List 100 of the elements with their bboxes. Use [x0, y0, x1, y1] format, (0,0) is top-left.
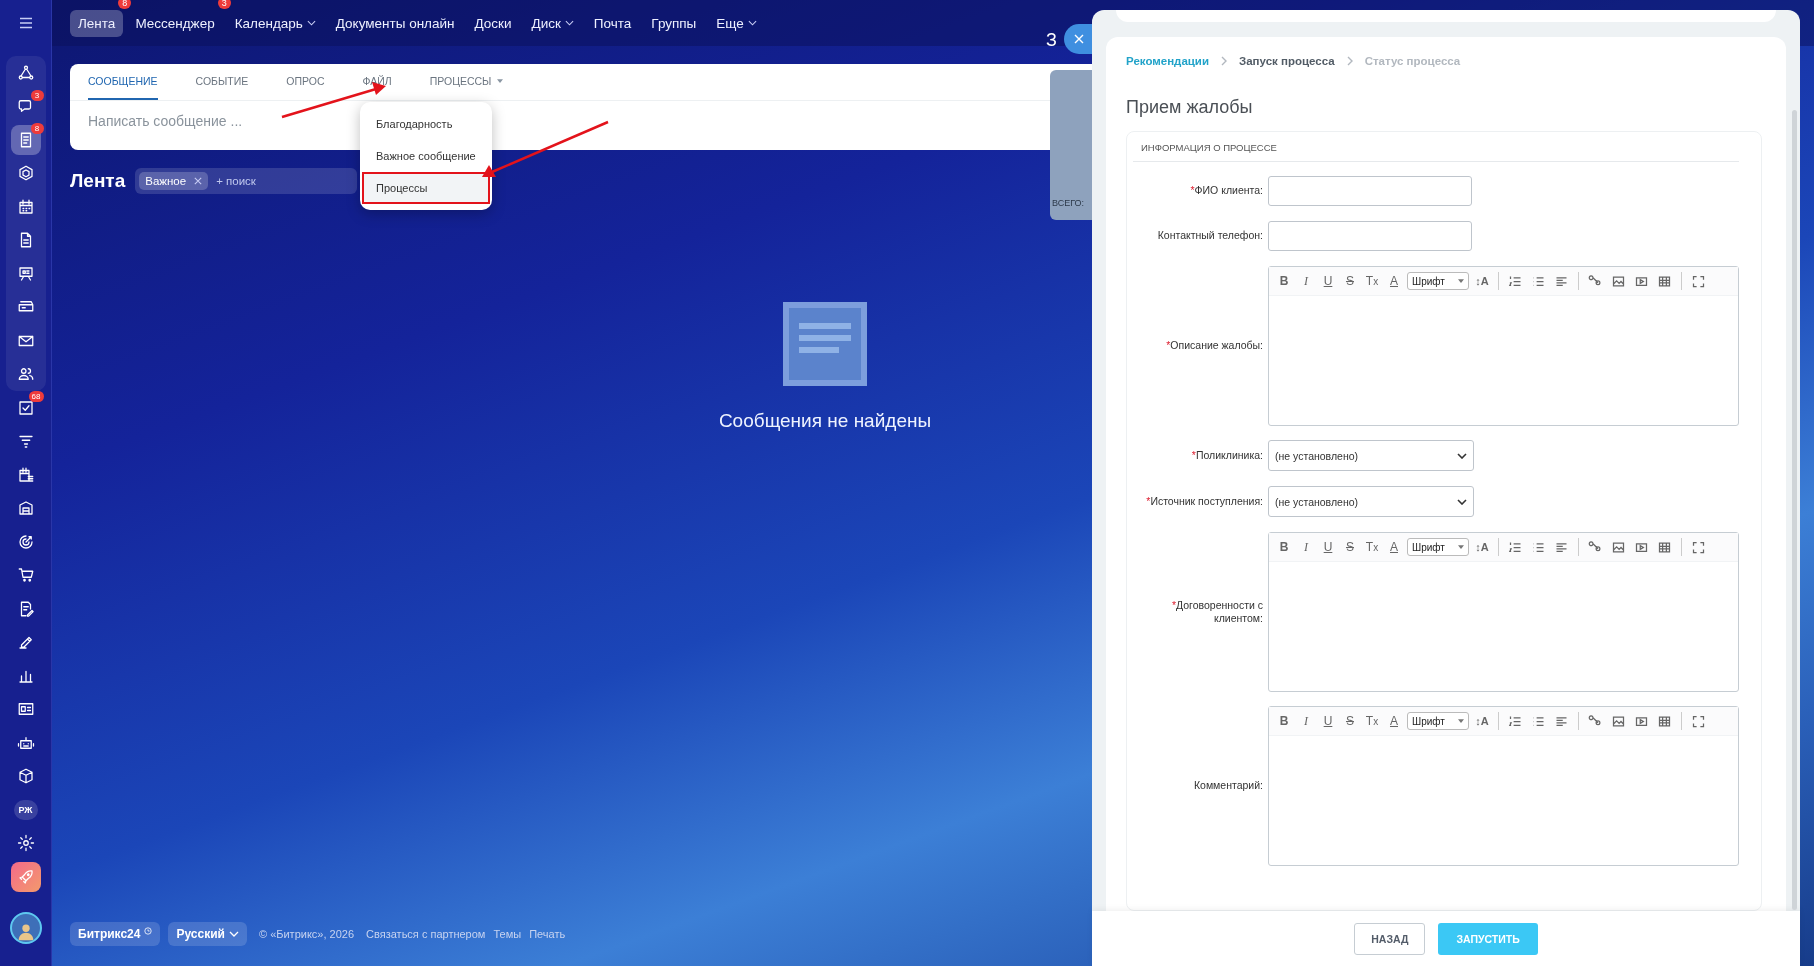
schedule-icon: [16, 465, 35, 484]
background-total-label: ВСЕГО:: [1052, 198, 1085, 208]
format-button[interactable]: U: [1319, 711, 1337, 731]
language-button[interactable]: Русский: [168, 922, 247, 946]
nav-tab[interactable]: Почта: [585, 9, 640, 37]
table-icon: [1657, 539, 1672, 555]
notification-count: 68: [28, 391, 44, 402]
composer-tab[interactable]: СОБЫТИЕ: [195, 64, 249, 100]
nav-tab[interactable]: Календарь: [226, 9, 324, 37]
settings-icon: [16, 834, 35, 853]
chevron-down-icon: [1457, 452, 1467, 459]
filter-field[interactable]: Важное + поиск: [135, 168, 358, 194]
sidebar-button[interactable]: [10, 861, 41, 892]
fullscreen-icon: [1691, 539, 1706, 555]
format-button[interactable]: I: [1297, 711, 1315, 731]
chevron-right-icon: [1221, 56, 1227, 66]
format-button[interactable]: I: [1297, 271, 1315, 291]
target-icon: [16, 532, 35, 551]
menu-item[interactable]: Процессы: [362, 172, 490, 204]
avatar[interactable]: [9, 912, 42, 944]
clock-icon: [144, 927, 153, 935]
select-field[interactable]: (не установлено): [1268, 440, 1474, 471]
caret-icon: [1458, 279, 1464, 283]
format-button[interactable]: ↕A: [1473, 537, 1491, 557]
chevron-down-icon: [1457, 498, 1467, 505]
format-button[interactable]: S: [1341, 271, 1359, 291]
footer-link[interactable]: Печать: [529, 928, 566, 940]
select-field[interactable]: (не установлено): [1268, 486, 1474, 517]
cube-icon: [16, 767, 35, 786]
format-button[interactable]: ↕A: [1473, 271, 1491, 291]
brand-button[interactable]: Битрикс24: [70, 922, 161, 946]
image-icon: [1611, 713, 1626, 729]
format-button[interactable]: A: [1385, 271, 1403, 291]
notification-count: 8: [30, 123, 44, 134]
format-button[interactable]: B: [1275, 537, 1293, 557]
background-page-title: З: [1046, 30, 1057, 51]
font-dropdown[interactable]: Шрифт: [1407, 712, 1469, 730]
footer-link[interactable]: Связаться с партнером: [366, 928, 486, 940]
field-label: *Источник поступления:: [1145, 494, 1263, 509]
format-button[interactable]: B: [1275, 271, 1293, 291]
format-button[interactable]: A: [1385, 711, 1403, 731]
chevron-right-icon: [1346, 56, 1353, 66]
format-button[interactable]: U: [1319, 537, 1337, 557]
nav-tab[interactable]: Документы онлайн: [327, 9, 463, 37]
nodes-icon: [16, 63, 35, 82]
field-label: *ФИО клиента:: [1189, 184, 1263, 198]
field-label: Комментарий:: [1192, 779, 1263, 793]
fullscreen-icon: [1691, 273, 1706, 289]
sidebar-button[interactable]: [10, 124, 41, 155]
notification-count: 3: [217, 0, 231, 9]
notification-count: 8: [118, 0, 132, 9]
notification-count: 3: [30, 89, 44, 101]
field-label: *Договоренности с клиентом:: [1170, 598, 1263, 626]
format-button[interactable]: U: [1319, 271, 1337, 291]
calendar-icon: [16, 197, 35, 216]
menu-item[interactable]: Важное сообщение: [362, 140, 490, 172]
fullscreen-icon: [1691, 713, 1706, 729]
format-button[interactable]: S: [1341, 711, 1359, 731]
close-icon[interactable]: [194, 177, 203, 185]
close-icon: [1074, 34, 1084, 44]
nav-tab[interactable]: Доски: [466, 9, 520, 37]
nav-tab[interactable]: Еще: [708, 9, 765, 37]
nav-tab[interactable]: Диск: [523, 9, 582, 37]
nav-tab[interactable]: Мессенджер: [127, 9, 223, 37]
format-button[interactable]: B: [1275, 711, 1293, 731]
font-dropdown[interactable]: Шрифт: [1407, 538, 1469, 556]
format-button[interactable]: ↕A: [1473, 711, 1491, 731]
text-input[interactable]: [1268, 176, 1472, 206]
field-label: *Описание жалобы:: [1165, 339, 1263, 353]
presentation-icon: [16, 264, 35, 283]
text-input[interactable]: [1268, 221, 1472, 251]
field-label: Контактный телефон:: [1156, 229, 1263, 243]
image-icon: [1611, 539, 1626, 555]
format-button[interactable]: I: [1297, 537, 1315, 557]
breadcrumb-step[interactable]: Запуск процесса: [1239, 55, 1335, 67]
close-button[interactable]: [1064, 24, 1092, 54]
hexagon-icon: [16, 164, 35, 183]
chevron-down-icon: [564, 20, 574, 26]
document-icon: [783, 302, 867, 386]
font-dropdown[interactable]: Шрифт: [1407, 272, 1469, 290]
composer-tab[interactable]: СООБЩЕНИЕ: [88, 64, 158, 100]
rocket-icon: [16, 867, 35, 886]
back-button[interactable]: НАЗАД: [1354, 922, 1426, 955]
warehouse-icon: [16, 499, 35, 518]
table-icon: [1657, 273, 1672, 289]
filter-chip[interactable]: Важное: [139, 172, 209, 190]
field-label: *Поликлиника:: [1190, 448, 1263, 463]
page-title: Лента: [70, 170, 126, 192]
nav-tab[interactable]: Группы: [643, 9, 705, 37]
format-button[interactable]: S: [1341, 537, 1359, 557]
composer-tab[interactable]: ОПРОС: [286, 64, 325, 100]
composer-tab[interactable]: ПРОЦЕССЫ: [429, 64, 504, 100]
footer-link[interactable]: Темы: [493, 928, 522, 940]
checkbox-icon: [16, 398, 35, 417]
section-title: ИНФОРМАЦИЯ О ПРОЦЕССЕ: [1133, 132, 1739, 162]
nav-tab[interactable]: Лента: [70, 9, 124, 37]
menu-item[interactable]: Благодарность: [362, 108, 490, 140]
format-button[interactable]: A: [1385, 537, 1403, 557]
sidebar-label[interactable]: РЖ: [13, 799, 38, 820]
composer-tab[interactable]: ФАЙЛ: [362, 64, 392, 100]
